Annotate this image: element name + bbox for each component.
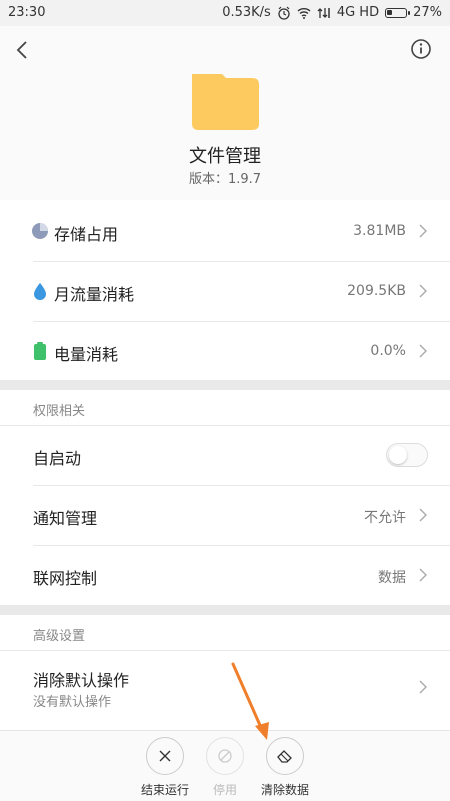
chevron-right-icon	[419, 224, 427, 238]
notification-label: 通知管理	[33, 509, 98, 528]
folder-icon	[192, 74, 259, 130]
network-control-row[interactable]: 联网控制 数据	[0, 546, 450, 605]
network-control-label: 联网控制	[33, 569, 98, 588]
info-icon[interactable]	[410, 38, 432, 60]
clear-defaults-sub: 没有默认操作	[33, 695, 112, 710]
bottom-action-bar: 结束运行 停用 清除数据	[0, 730, 450, 801]
status-right: 0.53K/s 4G HD 27%	[222, 5, 442, 20]
usage-card: 存储占用 3.81MB 月流量消耗 209.5KB 电量消耗 0.0%	[0, 200, 450, 380]
autostart-toggle[interactable]	[386, 443, 428, 467]
clear-data-circle	[266, 737, 304, 775]
permissions-title: 权限相关	[33, 404, 86, 419]
toggle-knob	[389, 446, 407, 464]
chevron-right-icon	[419, 680, 427, 694]
section-gap	[0, 605, 450, 615]
app-version: 版本：1.9.7	[188, 172, 262, 187]
disable-icon	[218, 749, 232, 763]
eraser-icon	[277, 750, 292, 763]
battery-usage-value: 0.0%	[370, 343, 406, 359]
chevron-right-icon	[419, 568, 427, 582]
chevron-right-icon	[419, 344, 427, 358]
close-icon	[159, 750, 171, 762]
notification-row[interactable]: 通知管理 不允许	[0, 486, 450, 545]
clear-data-label: 清除数据	[260, 783, 309, 797]
data-usage-value: 209.5KB	[347, 283, 406, 299]
network-speed: 0.53K/s	[222, 5, 271, 20]
app-name: 文件管理	[189, 146, 261, 167]
data-usage-row[interactable]: 月流量消耗 209.5KB	[0, 262, 450, 321]
wifi-icon	[297, 7, 311, 19]
water-drop-icon	[34, 283, 46, 300]
advanced-card: 高级设置 消除默认操作 没有默认操作	[0, 615, 450, 730]
network-type: 4G HD	[336, 5, 380, 20]
storage-value: 3.81MB	[353, 223, 406, 239]
clear-defaults-label: 消除默认操作	[33, 671, 130, 690]
status-bar: 23:30 0.53K/s 4G HD 27%	[0, 0, 450, 26]
permissions-card: 权限相关 自启动 通知管理 不允许 联网控制 数据	[0, 390, 450, 605]
battery-icon	[385, 7, 411, 18]
battery-usage-label: 电量消耗	[54, 345, 119, 364]
storage-row[interactable]: 存储占用 3.81MB	[0, 202, 450, 261]
battery-icon	[34, 342, 46, 360]
storage-label: 存储占用	[54, 225, 119, 244]
top-bar	[0, 26, 450, 74]
chevron-right-icon	[419, 284, 427, 298]
notification-value: 不允许	[364, 510, 406, 526]
chevron-right-icon	[419, 508, 427, 522]
signal-icon	[317, 7, 330, 18]
battery-usage-row[interactable]: 电量消耗 0.0%	[0, 322, 450, 381]
clear-data-button[interactable]: 清除数据	[250, 737, 320, 797]
clear-defaults-row[interactable]: 消除默认操作 没有默认操作	[0, 651, 450, 721]
battery-percent: 27%	[413, 5, 442, 20]
storage-pie-icon	[32, 223, 48, 239]
back-arrow-icon[interactable]	[12, 36, 36, 64]
disable-circle	[206, 737, 244, 775]
data-usage-label: 月流量消耗	[54, 285, 135, 304]
autostart-label: 自启动	[33, 449, 82, 468]
force-stop-circle	[146, 737, 184, 775]
section-gap	[0, 380, 450, 390]
alarm-icon	[278, 6, 290, 20]
status-time: 23:30	[8, 5, 46, 20]
autostart-row[interactable]: 自启动	[0, 426, 450, 485]
network-control-value: 数据	[378, 570, 406, 586]
advanced-title: 高级设置	[33, 629, 86, 644]
